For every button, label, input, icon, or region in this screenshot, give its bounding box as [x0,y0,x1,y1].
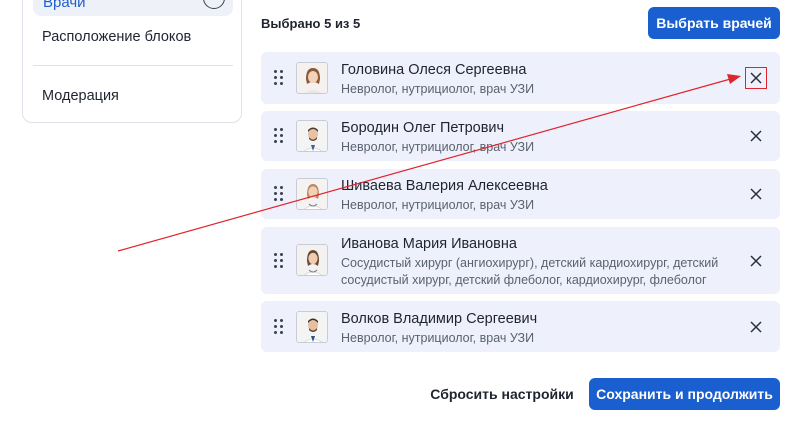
reset-settings-button[interactable]: Сбросить настройки [426,378,578,410]
doctor-name: Волков Владимир Сергеевич [341,311,538,327]
avatar [296,311,328,343]
sidebar-item-moderation[interactable]: Модерация [42,88,119,104]
doctor-card[interactable]: Волков Владимир Сергеевич Невролог, нутр… [261,301,780,352]
doctor-card[interactable]: Бородин Олег Петрович Невролог, нутрицио… [261,111,780,161]
drag-handle-icon[interactable] [274,128,284,144]
close-icon[interactable] [745,316,767,338]
doctor-specialty: Невролог, нутрициолог, врач УЗИ [341,331,535,345]
drag-handle-icon[interactable] [274,253,284,269]
save-continue-button[interactable]: Сохранить и продолжить [589,378,780,410]
doctor-specialty: Невролог, нутрициолог, врач УЗИ [341,82,535,96]
close-icon[interactable] [745,125,767,147]
avatar [296,120,328,152]
selected-count: Выбрано 5 из 5 [261,16,361,31]
drag-handle-icon[interactable] [274,319,284,335]
close-icon[interactable] [745,183,767,205]
doctor-name: Иванова Мария Ивановна [341,236,517,252]
check-circle-icon [203,0,225,9]
doctor-name: Шиваева Валерия Алексеевна [341,178,548,194]
doctor-specialty: Невролог, нутрициолог, врач УЗИ [341,140,535,154]
close-icon[interactable] [745,250,767,272]
sidebar-item-doctors[interactable]: Врачи [33,0,233,16]
avatar [296,178,328,210]
doctor-name: Головина Олеся Сергеевна [341,62,527,78]
sidebar: Врачи Расположение блоков Модерация [22,0,242,123]
avatar [296,62,328,94]
doctor-card[interactable]: Иванова Мария Ивановна Сосудистый хирург… [261,227,780,294]
sidebar-item-label: Врачи [43,0,86,11]
sidebar-item-blocks-layout[interactable]: Расположение блоков [42,29,191,45]
drag-handle-icon[interactable] [274,70,284,86]
doctor-name: Бородин Олег Петрович [341,120,505,136]
choose-doctors-button[interactable]: Выбрать врачей [648,7,780,39]
avatar [296,244,328,276]
doctor-specialty: Невролог, нутрициолог, врач УЗИ [341,198,535,212]
doctor-card[interactable]: Головина Олеся Сергеевна Невролог, нутри… [261,52,780,104]
drag-handle-icon[interactable] [274,186,284,202]
doctor-specialty: Сосудистый хирург (ангиохирург), детский… [341,256,719,287]
close-icon[interactable] [745,67,767,89]
sidebar-divider [33,65,233,66]
doctor-card[interactable]: Шиваева Валерия Алексеевна Невролог, нут… [261,169,780,219]
